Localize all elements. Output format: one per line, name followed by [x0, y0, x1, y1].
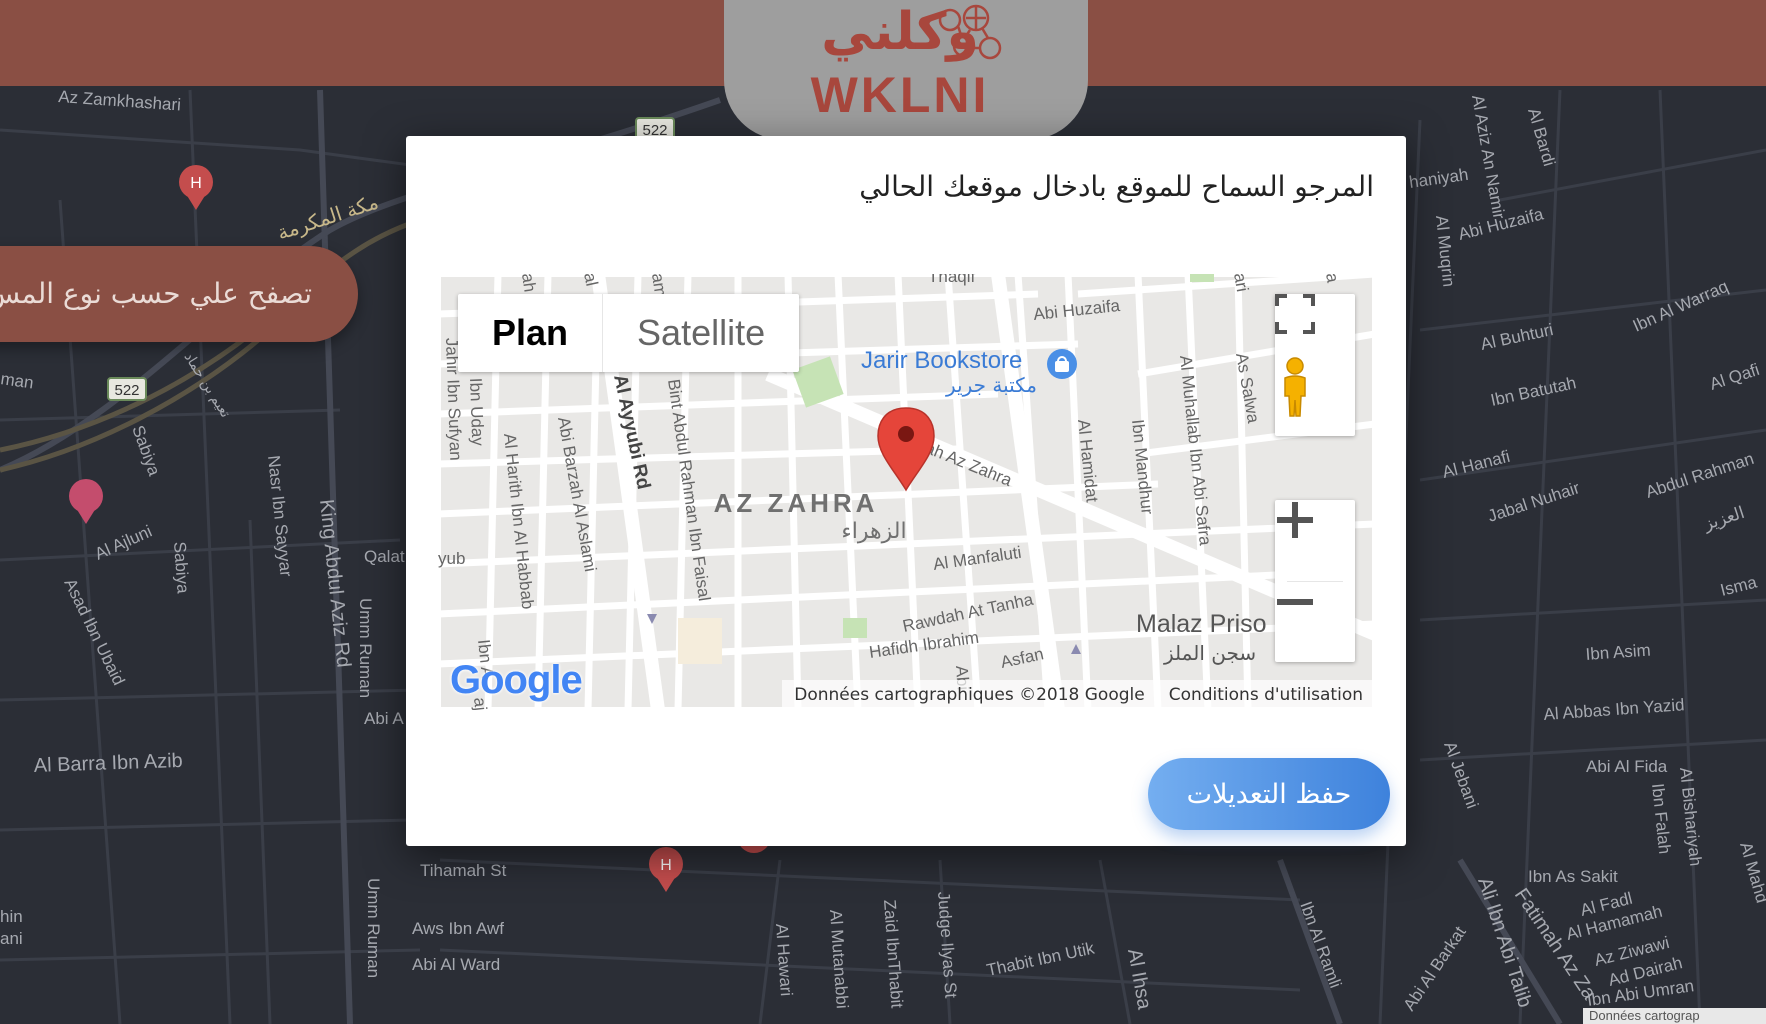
bg-street-label: Qalat	[364, 547, 405, 566]
map-type-plan-button[interactable]: Plan	[458, 294, 604, 372]
modal-title: المرجو السماح للموقع بادخال موقعك الحالي	[859, 170, 1374, 203]
map-street-label: Thaqif	[928, 274, 976, 286]
map-street-label: ah	[518, 274, 539, 293]
map-street-label: yub	[438, 549, 465, 568]
shopping-bag-icon[interactable]	[1047, 349, 1077, 379]
bg-street-label: Abi A	[364, 709, 404, 728]
zoom-out-button[interactable]	[1275, 582, 1355, 662]
prison-label: Malaz Priso	[1136, 610, 1267, 638]
map-type-satellite-button[interactable]: Satellite	[603, 294, 799, 372]
svg-text:H: H	[660, 857, 672, 874]
bg-street-label: Umm Ruman	[356, 598, 375, 698]
plus-icon	[1277, 502, 1313, 538]
background-map-credit: Données cartograp	[1583, 1008, 1766, 1024]
map-street-label: Ibn Uday	[466, 377, 487, 446]
network-globe-icon	[938, 4, 1002, 60]
terms-link[interactable]: Conditions d'utilisation	[1157, 685, 1375, 705]
bg-street-label: Abi Al Ward	[412, 955, 500, 974]
road-shield-label: 522	[114, 382, 139, 399]
browse-by-type-button[interactable]: تصفح علي حسب نوع المس	[0, 246, 358, 342]
google-map[interactable]: Thaqif Abi Huzaifa Al Muhallab Ibn Abi S…	[438, 274, 1375, 710]
bg-street-label: Tihamah St	[420, 861, 507, 880]
bg-street-label: ani	[0, 929, 23, 948]
bg-street-label: Ibn As Sakit	[1528, 867, 1618, 886]
map-footer: Données cartographiques ©2018 Google Con…	[782, 680, 1375, 710]
map-street-label: ari	[1230, 274, 1252, 293]
map-data-credit: Données cartographiques ©2018 Google	[794, 685, 1145, 705]
bg-street-label: Sabiya	[170, 541, 193, 595]
zoom-in-button[interactable]	[1275, 500, 1355, 580]
poi-label[interactable]: Jarir Bookstore	[861, 347, 1022, 374]
google-logo[interactable]: Google	[450, 658, 583, 703]
street-view-button[interactable]	[1275, 356, 1355, 436]
bg-street-label: Aws Ibn Awf	[412, 919, 504, 938]
minus-icon	[1277, 599, 1313, 605]
logo-latin-text: WKLNI	[810, 67, 990, 123]
svg-text:H: H	[190, 175, 202, 192]
map-type-control: Plan Satellite	[458, 294, 800, 372]
bg-street-label: Abi Al Fida	[1586, 757, 1668, 776]
fullscreen-icon	[1275, 294, 1315, 334]
district-label-ar: الزهراء	[841, 519, 906, 544]
save-changes-button[interactable]: حفظ التعديلات	[1148, 758, 1390, 830]
location-modal: المرجو السماح للموقع بادخال موقعك الحالي	[406, 136, 1406, 846]
prison-label-ar: سجن الملز	[1163, 641, 1256, 665]
zoom-controls	[1275, 500, 1355, 662]
google-logo-text: Google	[450, 658, 583, 702]
poi-label-ar: مكتبة جرير	[945, 373, 1037, 397]
pegman-icon	[1284, 357, 1306, 417]
district-label: AZ ZAHRA	[714, 488, 879, 518]
map-top-controls	[1275, 294, 1355, 436]
bg-street-label: Umm Ruman	[364, 878, 383, 978]
bg-street-label: hin	[0, 907, 23, 926]
